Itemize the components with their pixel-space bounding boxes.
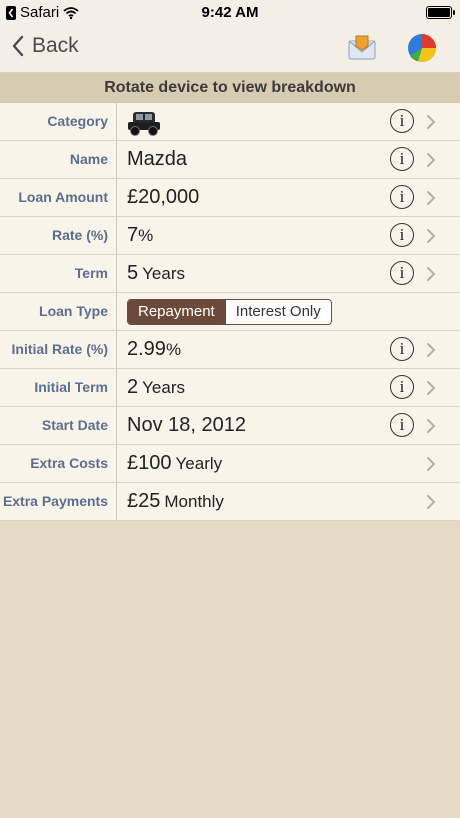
rate-unit: % bbox=[138, 226, 154, 245]
extra-payments-value: £25 Monthly bbox=[127, 483, 224, 520]
term-value: 5 Years bbox=[127, 255, 185, 292]
row-category[interactable]: Category i bbox=[0, 103, 460, 141]
row-label: Category bbox=[0, 103, 117, 140]
info-icon[interactable]: i bbox=[390, 109, 414, 133]
row-extra-costs[interactable]: Extra Costs £100 Yearly bbox=[0, 445, 460, 483]
initial-rate-unit: % bbox=[165, 340, 182, 359]
loan-amount-value: £20,000 bbox=[127, 186, 200, 208]
status-bar: Safari 9:42 AM bbox=[0, 0, 460, 24]
chevron-right-icon bbox=[427, 267, 436, 281]
segment-repayment[interactable]: Repayment bbox=[128, 300, 225, 324]
info-icon[interactable]: i bbox=[390, 375, 414, 399]
row-label: Term bbox=[0, 255, 117, 292]
info-icon[interactable]: i bbox=[390, 223, 414, 247]
row-label: Initial Term bbox=[0, 369, 117, 406]
row-term[interactable]: Term 5 Years i bbox=[0, 255, 460, 293]
extra-costs-value: £100 Yearly bbox=[127, 445, 222, 482]
initial-rate-number: 2.99 bbox=[127, 338, 166, 360]
loan-type-segmented-control: Repayment Interest Only bbox=[127, 299, 332, 325]
rate-value: 7% bbox=[127, 217, 153, 254]
info-icon[interactable]: i bbox=[390, 261, 414, 285]
extra-payments-amount: £25 bbox=[127, 490, 161, 512]
segment-interest-only[interactable]: Interest Only bbox=[224, 300, 331, 324]
row-label: Loan Type bbox=[0, 293, 117, 330]
chevron-right-icon bbox=[427, 495, 436, 509]
rate-number: 7 bbox=[127, 224, 139, 246]
back-button-label: Back bbox=[32, 34, 79, 57]
initial-rate-value: 2.99% bbox=[127, 331, 181, 368]
chevron-left-icon bbox=[12, 35, 24, 57]
term-number: 5 bbox=[127, 262, 139, 284]
extra-costs-frequency: Yearly bbox=[175, 454, 223, 473]
initial-term-unit: Years bbox=[142, 378, 185, 397]
chevron-right-icon bbox=[427, 191, 436, 205]
initial-term-number: 2 bbox=[127, 376, 139, 398]
chevron-right-icon bbox=[427, 153, 436, 167]
info-icon[interactable]: i bbox=[390, 337, 414, 361]
row-initial-term[interactable]: Initial Term 2 Years i bbox=[0, 369, 460, 407]
status-time: 9:42 AM bbox=[201, 4, 259, 21]
chevron-right-icon bbox=[427, 419, 436, 433]
navigation-bar: Back bbox=[0, 24, 460, 73]
initial-term-value: 2 Years bbox=[127, 369, 185, 406]
row-label: Initial Rate (%) bbox=[0, 331, 117, 368]
row-loan-amount[interactable]: Loan Amount £20,000 i bbox=[0, 179, 460, 217]
row-extra-payments[interactable]: Extra Payments £25 Monthly bbox=[0, 483, 460, 521]
start-date-value: Nov 18, 2012 bbox=[127, 414, 246, 436]
chevron-right-icon bbox=[427, 457, 436, 471]
row-initial-rate[interactable]: Initial Rate (%) 2.99% i bbox=[0, 331, 460, 369]
back-button[interactable]: Back bbox=[12, 34, 79, 58]
chevron-right-icon bbox=[427, 229, 436, 243]
loan-details-table: Category i Name Mazda i Loan Amount £20,… bbox=[0, 103, 460, 521]
battery-icon bbox=[426, 6, 455, 19]
row-start-date[interactable]: Start Date Nov 18, 2012 i bbox=[0, 407, 460, 445]
row-label: Start Date bbox=[0, 407, 117, 444]
pie-chart-icon[interactable] bbox=[406, 32, 438, 69]
row-label: Rate (%) bbox=[0, 217, 117, 254]
extra-costs-amount: £100 bbox=[127, 452, 172, 474]
mail-envelope-icon[interactable] bbox=[347, 32, 377, 67]
extra-payments-frequency: Monthly bbox=[164, 492, 224, 511]
term-unit: Years bbox=[142, 264, 185, 283]
row-name[interactable]: Name Mazda i bbox=[0, 141, 460, 179]
chevron-right-icon bbox=[427, 381, 436, 395]
chevron-right-icon bbox=[427, 115, 436, 129]
info-icon[interactable]: i bbox=[390, 147, 414, 171]
category-car-icon bbox=[127, 108, 161, 136]
row-loan-type: Loan Type Repayment Interest Only bbox=[0, 293, 460, 331]
info-icon[interactable]: i bbox=[390, 185, 414, 209]
row-label: Extra Costs bbox=[0, 445, 117, 482]
row-rate[interactable]: Rate (%) 7% i bbox=[0, 217, 460, 255]
row-label: Extra Payments bbox=[0, 483, 117, 520]
rotate-hint-banner: Rotate device to view breakdown bbox=[0, 73, 460, 103]
row-label: Name bbox=[0, 141, 117, 178]
info-icon[interactable]: i bbox=[390, 413, 414, 437]
row-label: Loan Amount bbox=[0, 179, 117, 216]
name-value: Mazda bbox=[127, 148, 188, 170]
chevron-right-icon bbox=[427, 343, 436, 357]
